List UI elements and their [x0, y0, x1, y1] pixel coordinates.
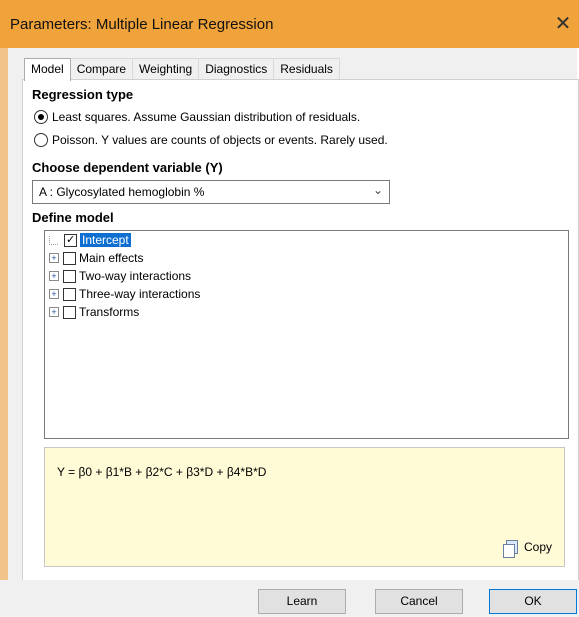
tab-residuals[interactable]: Residuals: [273, 58, 340, 79]
chevron-down-icon: ⌄: [372, 183, 383, 197]
copy-icon: [502, 540, 518, 558]
tree-item-label: Three-way interactions: [79, 287, 201, 301]
dependent-variable-title: Choose dependent variable (Y): [32, 160, 223, 175]
ok-button[interactable]: OK: [489, 589, 577, 614]
close-icon[interactable]: ✕: [549, 10, 577, 38]
copy-button[interactable]: Copy: [502, 540, 552, 558]
tree-item-label: Intercept: [80, 233, 131, 247]
plus-icon[interactable]: +: [49, 253, 59, 263]
cancel-button[interactable]: Cancel: [375, 589, 463, 614]
window-title: Parameters: Multiple Linear Regression: [10, 16, 274, 33]
model-tree[interactable]: Intercept + Main effects + Two-way inter…: [44, 230, 569, 439]
left-border: [0, 48, 8, 617]
radio-poisson-label: Poisson. Y values are counts of objects …: [52, 133, 388, 147]
dependent-variable-select[interactable]: A : Glycosylated hemoglobin % ⌄: [32, 180, 390, 204]
tree-item-intercept[interactable]: Intercept: [49, 233, 131, 247]
tab-diagnostics[interactable]: Diagnostics: [198, 58, 275, 79]
radio-icon: [34, 110, 48, 124]
model-formula: Y = β0 + β1*B + β2*C + β3*D + β4*B*D: [57, 465, 267, 479]
checkbox-icon[interactable]: [63, 287, 76, 301]
tree-item-label: Main effects: [79, 251, 144, 265]
checkbox-icon[interactable]: [63, 305, 76, 319]
regression-type-title: Regression type: [32, 87, 134, 102]
tree-item-label: Two-way interactions: [79, 269, 192, 283]
checkbox-icon[interactable]: [64, 233, 77, 247]
tree-item-two-way[interactable]: + Two-way interactions: [49, 269, 191, 283]
radio-poisson[interactable]: Poisson. Y values are counts of objects …: [34, 133, 388, 147]
tab-strip: Model Compare Weighting Diagnostics Resi…: [24, 58, 340, 81]
tree-item-three-way[interactable]: + Three-way interactions: [49, 287, 200, 301]
title-bar: Parameters: Multiple Linear Regression ✕: [0, 0, 579, 48]
copy-label: Copy: [523, 540, 552, 554]
radio-icon: [34, 133, 48, 147]
tree-item-label: Transforms: [79, 305, 140, 319]
define-model-title: Define model: [32, 210, 114, 225]
radio-least-squares-label: Least squares. Assume Gaussian distribut…: [52, 110, 361, 124]
formula-panel: Y = β0 + β1*B + β2*C + β3*D + β4*B*D Cop…: [44, 447, 565, 567]
plus-icon[interactable]: +: [49, 271, 59, 281]
dependent-variable-value: A : Glycosylated hemoglobin %: [39, 185, 205, 199]
tab-model[interactable]: Model: [24, 58, 71, 81]
tree-item-transforms[interactable]: + Transforms: [49, 305, 139, 319]
radio-least-squares[interactable]: Least squares. Assume Gaussian distribut…: [34, 110, 360, 124]
plus-icon[interactable]: +: [49, 289, 59, 299]
tree-item-main-effects[interactable]: + Main effects: [49, 251, 143, 265]
tab-compare[interactable]: Compare: [69, 58, 134, 79]
checkbox-icon[interactable]: [63, 269, 76, 283]
dialog-window: Parameters: Multiple Linear Regression ✕…: [0, 0, 579, 617]
learn-button[interactable]: Learn: [258, 589, 346, 614]
tab-weighting[interactable]: Weighting: [132, 58, 200, 79]
tree-line: [49, 235, 58, 245]
checkbox-icon[interactable]: [63, 251, 76, 265]
plus-icon[interactable]: +: [49, 307, 59, 317]
